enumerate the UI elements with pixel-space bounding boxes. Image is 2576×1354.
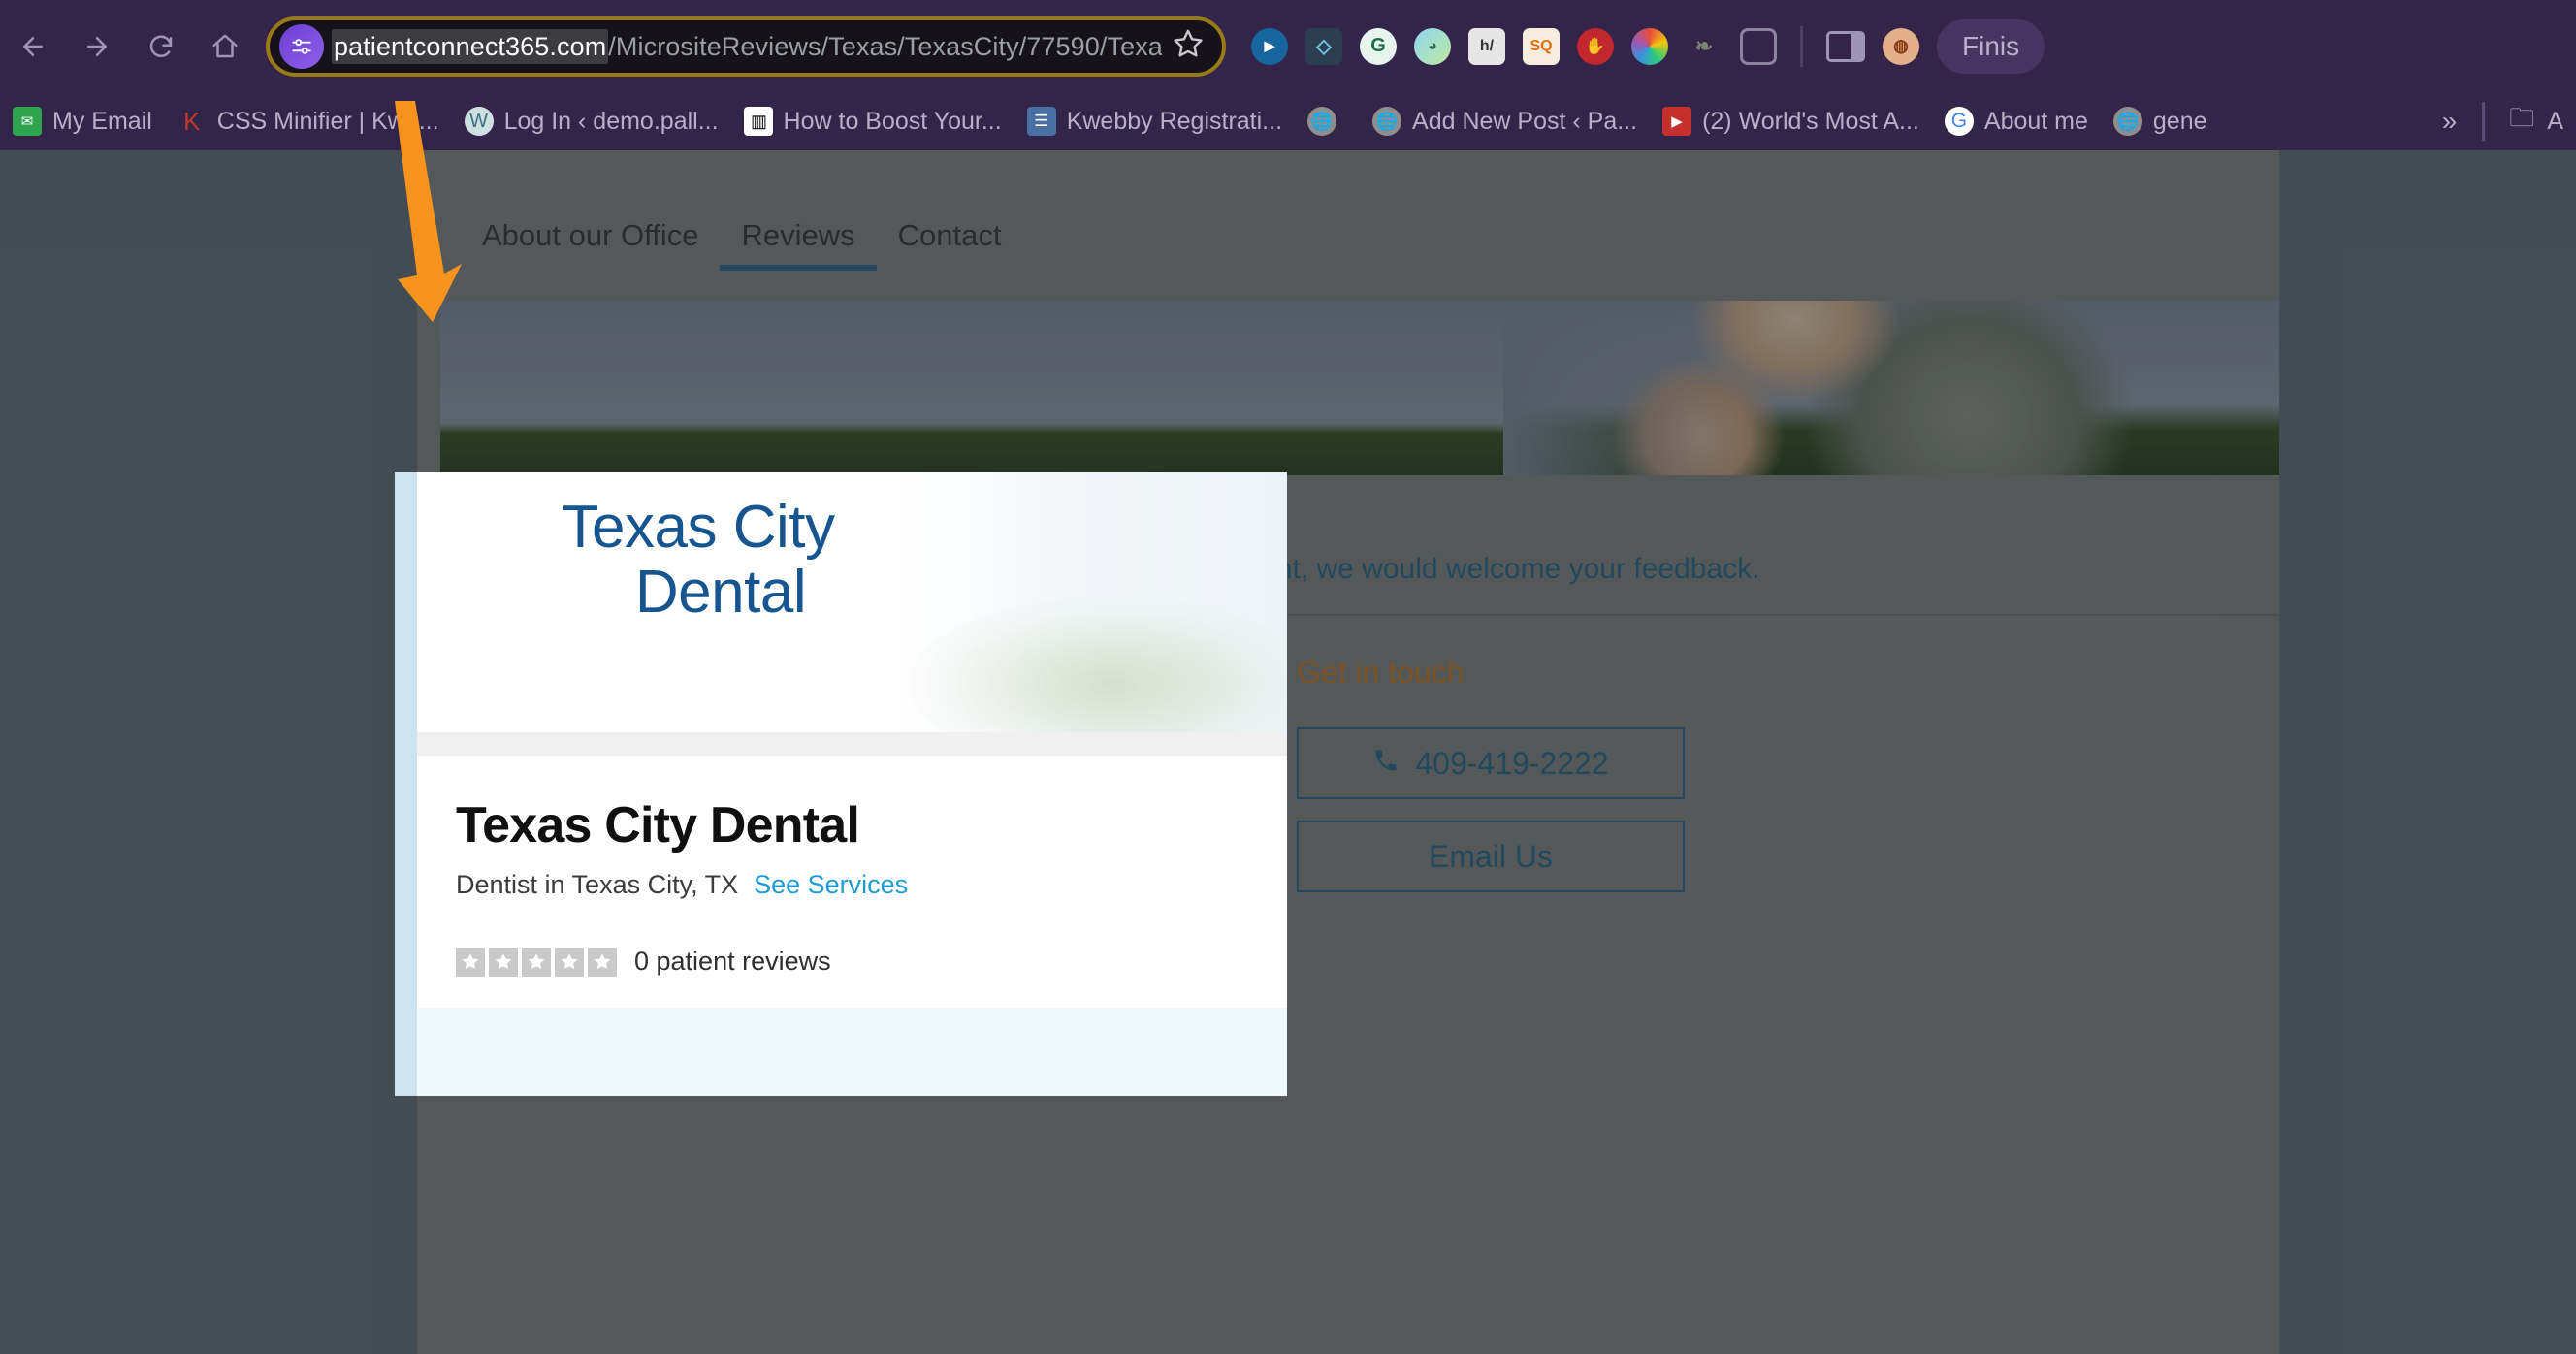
toolbar-divider xyxy=(1800,25,1803,67)
ghostery-extension-icon[interactable]: ❧ xyxy=(1686,28,1723,65)
globe-icon: 🌐 xyxy=(2112,107,2142,136)
bookmark-globe-untitled[interactable]: 🌐 xyxy=(1295,99,1360,144)
youtube-icon: ▶ xyxy=(1662,107,1692,136)
card-logo-banner: Texas City Dental xyxy=(417,472,1287,732)
pocket-extension-icon[interactable] xyxy=(1740,27,1777,65)
bookmark-add-new-post[interactable]: 🌐 Add New Post ‹ Pa... xyxy=(1360,99,1650,144)
logo-line-1: Texas City xyxy=(562,494,835,561)
bookmark-label: Kwebby Registrati... xyxy=(1066,107,1283,135)
star-icon[interactable] xyxy=(1172,27,1205,65)
bookmark-label: How to Boost Your... xyxy=(783,107,1002,135)
bookmark-how-to-boost[interactable]: ▥ How to Boost Your... xyxy=(731,99,1014,144)
bookmark-about-me[interactable]: G About me xyxy=(1932,99,2101,144)
sidepanel-icon[interactable] xyxy=(1826,30,1865,62)
seoquake-extension-icon[interactable]: SQ xyxy=(1523,27,1560,65)
card-body: Texas City Dental Dentist in Texas City,… xyxy=(417,756,1287,977)
forward-icon[interactable] xyxy=(70,19,124,74)
bookmark-my-email[interactable]: ✉ My Email xyxy=(0,99,165,144)
bookmark-youtube-video[interactable]: ▶ (2) World's Most A... xyxy=(1650,99,1932,144)
grammarly-extension-icon[interactable]: G xyxy=(1360,27,1397,65)
google-icon: G xyxy=(1944,107,1974,136)
practice-logo: Texas City Dental xyxy=(446,494,950,626)
star-icon xyxy=(522,947,551,977)
bookmark-wordpress-login[interactable]: W Log In ‹ demo.pall... xyxy=(452,99,731,144)
url-text[interactable]: patientconnect365.com/MicrositeReviews/T… xyxy=(332,16,1162,77)
ia-extension-icon[interactable]: ▶ xyxy=(1251,27,1288,65)
list-icon: ☰ xyxy=(1026,107,1056,136)
wordpress-icon: W xyxy=(464,107,494,136)
reload-icon[interactable] xyxy=(134,19,188,74)
rainbow-extension-icon[interactable] xyxy=(1631,27,1668,65)
h-extension-icon[interactable]: h/ xyxy=(1468,27,1505,65)
browser-chrome: patientconnect365.com/MicrositeReviews/T… xyxy=(0,0,2576,150)
card-footer-strip xyxy=(417,1008,1287,1096)
bookmarks-overflow-icon[interactable]: » xyxy=(2427,106,2473,137)
code-extension-icon[interactable]: ◇ xyxy=(1305,27,1342,65)
url-host: patientconnect365.com xyxy=(332,28,609,64)
bookmark-label: Add New Post ‹ Pa... xyxy=(1412,107,1638,135)
business-name-title: Texas City Dental xyxy=(456,797,860,854)
browser-page-viewport: About our Office Reviews Contact If you … xyxy=(0,150,2576,1354)
home-icon[interactable] xyxy=(198,19,252,74)
globe-icon: 🌐 xyxy=(1307,107,1337,136)
bookmark-label: Log In ‹ demo.pall... xyxy=(503,107,719,135)
card-banner-divider xyxy=(417,732,1287,756)
business-subtitle-row: Dentist in Texas City, TX See Services xyxy=(417,854,1287,900)
bookmarks-folder[interactable]: 🗀 A xyxy=(2495,99,2576,144)
logo-line-2: Dental xyxy=(634,558,807,626)
mail-icon: ✉ xyxy=(13,107,42,136)
star-icon xyxy=(555,947,584,977)
globe-icon: 🌐 xyxy=(1372,107,1402,136)
bookmark-gene[interactable]: 🌐 gene xyxy=(2101,99,2220,144)
modal-backdrop-scrim[interactable] xyxy=(0,150,2576,1354)
profile-name-label: Finis xyxy=(1962,30,2020,61)
bookmark-label: My Email xyxy=(52,107,152,135)
star-icon xyxy=(588,947,617,977)
bookmark-label: (2) World's Most A... xyxy=(1702,107,1919,135)
extension-icons: ▶ ◇ G ◕ h/ SQ ✋ ❧ ◍ xyxy=(1251,25,1919,67)
business-preview-card: Texas City Dental Texas City Dental Dent… xyxy=(395,472,1287,1096)
star-rating xyxy=(456,947,617,977)
address-bar[interactable]: patientconnect365.com/MicrositeReviews/T… xyxy=(266,16,1226,77)
business-category-label: Dentist in Texas City, TX xyxy=(456,870,739,899)
star-icon xyxy=(456,947,485,977)
bookmark-label: CSS Minifier | Kwe... xyxy=(216,107,439,135)
adblock-extension-icon[interactable]: ✋ xyxy=(1577,27,1614,65)
bookmark-label: gene xyxy=(2152,107,2207,135)
navigation-buttons xyxy=(0,19,252,74)
barcode-icon: ▥ xyxy=(743,107,773,136)
bookmarks-bar: ✉ My Email K CSS Minifier | Kwe... W Log… xyxy=(0,92,2576,150)
bookmarks-divider xyxy=(2482,102,2486,141)
review-count-label: 0 patient reviews xyxy=(634,947,831,976)
site-settings-icon[interactable] xyxy=(279,23,324,69)
browser-profile-avatar[interactable]: ◍ xyxy=(1883,27,1919,65)
card-accent-stripe xyxy=(395,472,417,1096)
kwebby-icon: K xyxy=(183,107,201,136)
colorful-extension-icon[interactable]: ◕ xyxy=(1414,27,1451,65)
profile-name-pill[interactable]: Finis xyxy=(1937,18,2045,74)
star-icon xyxy=(489,947,518,977)
bookmark-kwebby-registration[interactable]: ☰ Kwebby Registrati... xyxy=(1014,99,1295,144)
back-icon[interactable] xyxy=(6,19,60,74)
see-services-link[interactable]: See Services xyxy=(754,870,908,900)
bookmark-css-minifier[interactable]: K CSS Minifier | Kwe... xyxy=(165,99,452,144)
browser-toolbar: patientconnect365.com/MicrositeReviews/T… xyxy=(0,0,2576,92)
bookmark-label: About me xyxy=(1983,107,2088,135)
bookmark-folder-label: A xyxy=(2547,107,2563,135)
url-path: /MicrositeReviews/Texas/TexasCity/77590/… xyxy=(608,31,1162,61)
folder-icon: 🗀 xyxy=(2509,107,2535,132)
rating-row: 0 patient reviews xyxy=(417,900,1287,977)
